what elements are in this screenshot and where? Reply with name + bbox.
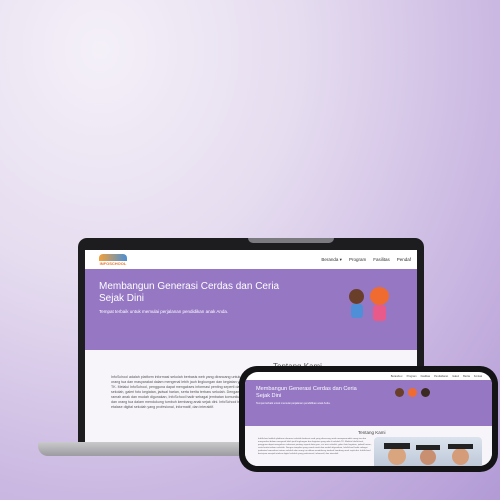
phone-screen: Beranda ▾ Program Fasilitas Pendaftaran … bbox=[245, 372, 492, 466]
phone-about-text: InfoSchool adalah platform informasi sek… bbox=[258, 438, 372, 455]
graduation-cap-icon bbox=[448, 444, 473, 449]
kid-boy-body-icon bbox=[351, 304, 363, 318]
phone-kid-head-icon bbox=[408, 388, 417, 397]
nav-item-pendaftaran[interactable]: Pendaf bbox=[397, 257, 411, 263]
phone-navbar: Beranda ▾ Program Fasilitas Pendaftaran … bbox=[245, 372, 492, 380]
nav-menu: Beranda ▾ Program Fasilitas Pendaf bbox=[321, 257, 411, 263]
hero-title: Membangun Generasi Cerdas dan Ceria Seja… bbox=[99, 281, 280, 304]
phone-nav-pendaftaran[interactable]: Pendaftaran bbox=[434, 375, 448, 378]
phone-mockup: Beranda ▾ Program Fasilitas Pendaftaran … bbox=[239, 366, 498, 472]
site-navbar: INFOSCHOOL Beranda ▾ Program Fasilitas P… bbox=[85, 250, 417, 269]
kid-boy-head-icon bbox=[349, 289, 364, 304]
graduation-cap-icon bbox=[384, 443, 410, 449]
kid-girl-body-icon bbox=[373, 305, 386, 321]
phone-nav-kontak[interactable]: Kontak bbox=[474, 375, 482, 378]
logo-text: INFOSCHOOL bbox=[99, 260, 127, 266]
kids-illustration bbox=[343, 283, 401, 339]
phone-nav-program[interactable]: Program bbox=[407, 375, 417, 378]
nav-item-program[interactable]: Program bbox=[349, 257, 366, 263]
nav-item-beranda[interactable]: Beranda ▾ bbox=[321, 257, 342, 263]
phone-kid-head-icon bbox=[395, 388, 404, 397]
phone-nav-galeri[interactable]: Galeri bbox=[452, 375, 459, 378]
site-logo[interactable]: INFOSCHOOL bbox=[99, 253, 127, 266]
phone-nav-beranda[interactable]: Beranda ▾ bbox=[391, 375, 403, 378]
graduates-photo bbox=[374, 437, 482, 466]
kid-girl-head-icon bbox=[370, 287, 389, 305]
hero-section: Membangun Generasi Cerdas dan Ceria Seja… bbox=[85, 269, 417, 350]
nav-item-fasilitas[interactable]: Fasilitas bbox=[373, 257, 390, 263]
phone-hero-title: Membangun Generasi Cerdas dan Ceria Seja… bbox=[256, 386, 357, 399]
phone-kid-head-icon bbox=[421, 388, 430, 397]
graduation-cap-icon bbox=[416, 445, 440, 450]
graduate-face-icon bbox=[420, 449, 436, 465]
phone-about-section: Tentang Kami InfoSchool adalah platform … bbox=[245, 426, 492, 466]
logo-icon bbox=[99, 253, 127, 261]
graduate-face-icon bbox=[452, 448, 469, 465]
phone-nav-fasilitas[interactable]: Fasilitas bbox=[421, 375, 431, 378]
laptop-notch bbox=[248, 238, 334, 243]
phone-hero-section: Membangun Generasi Cerdas dan Ceria Seja… bbox=[245, 380, 492, 426]
phone-about-title: Tentang Kami bbox=[358, 430, 386, 435]
phone-hero-subtitle: Tempat terbaik untuk memulai perjalanan … bbox=[256, 402, 331, 405]
phone-nav-berita[interactable]: Berita bbox=[463, 375, 470, 378]
graduate-face-icon bbox=[388, 447, 406, 465]
